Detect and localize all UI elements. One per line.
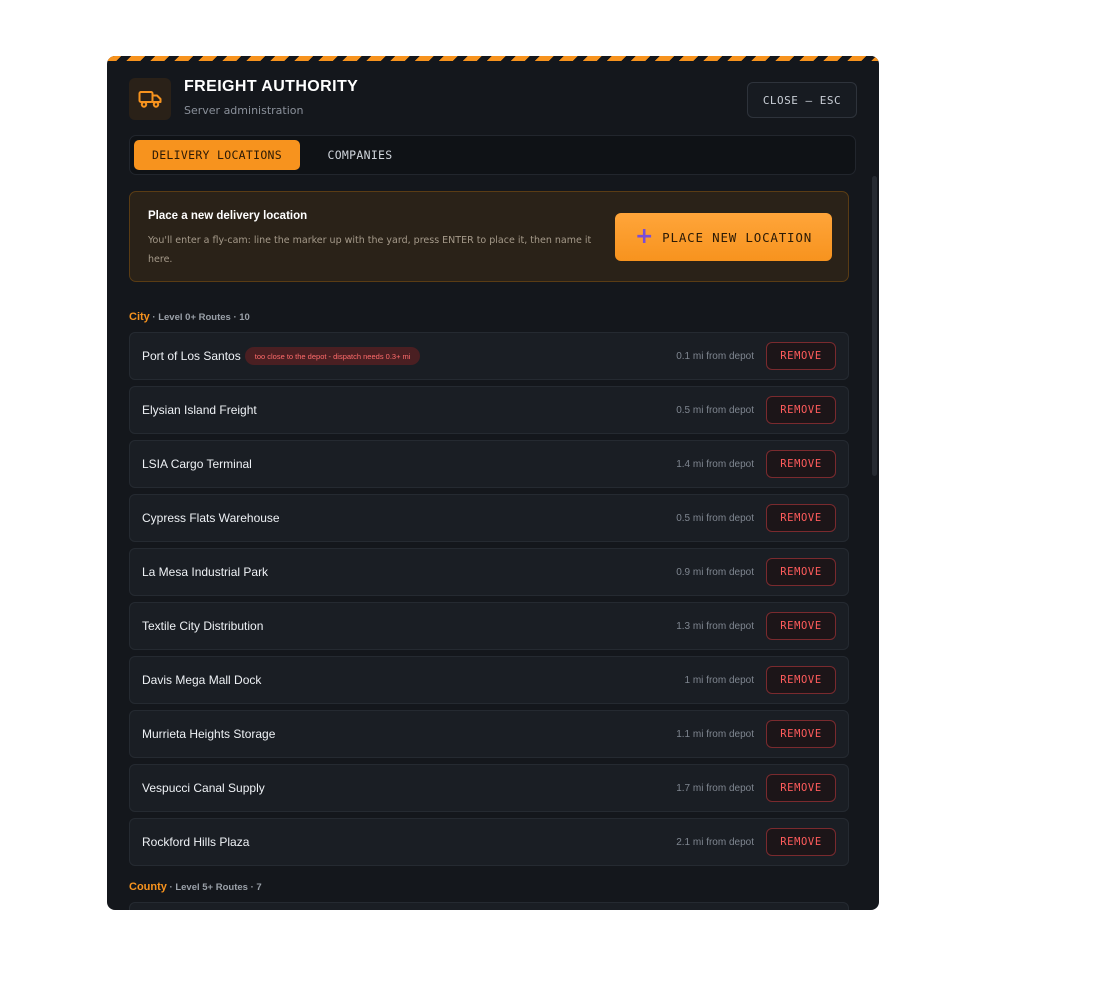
section-header-county: County · Level 5+ Routes · 7 xyxy=(129,881,262,893)
location-name: LSIA Cargo Terminal xyxy=(142,457,252,471)
list-item: La Mesa Industrial Park 0.9 mi from depo… xyxy=(129,548,849,596)
location-name: Rockford Hills Plaza xyxy=(142,835,250,849)
location-name: Davis Mega Mall Dock xyxy=(142,673,262,687)
list-item: Davis Mega Mall Dock 1 mi from depot REM… xyxy=(129,656,849,704)
section-header-city: City · Level 0+ Routes · 10 xyxy=(129,311,250,323)
place-new-location-label: PLACE NEW LOCATION xyxy=(662,229,813,245)
remove-button[interactable]: REMOVE xyxy=(766,450,836,478)
location-name: Elysian Island Freight xyxy=(142,403,257,417)
place-location-callout: Place a new delivery location You'll ent… xyxy=(129,191,849,282)
remove-button[interactable]: REMOVE xyxy=(766,342,836,370)
section-meta: · Level 5+ Routes · 7 xyxy=(166,882,262,893)
city-location-list: Port of Los Santos too close to the depo… xyxy=(129,332,849,872)
app-subtitle: Server administration xyxy=(184,104,304,117)
warning-badge: too close to the depot - dispatch needs … xyxy=(244,347,421,365)
location-name: Murrieta Heights Storage xyxy=(142,727,276,741)
section-name: City xyxy=(129,311,150,323)
location-name: Cypress Flats Warehouse xyxy=(142,511,280,525)
list-item: Textile City Distribution 1.3 mi from de… xyxy=(129,602,849,650)
tab-bar: DELIVERY LOCATIONS COMPANIES xyxy=(129,135,856,175)
tab-companies[interactable]: COMPANIES xyxy=(310,140,410,170)
remove-button[interactable]: REMOVE xyxy=(766,666,836,694)
remove-button[interactable]: REMOVE xyxy=(766,558,836,586)
list-item xyxy=(129,902,849,910)
location-name: Vespucci Canal Supply xyxy=(142,781,265,795)
list-item: LSIA Cargo Terminal 1.4 mi from depot RE… xyxy=(129,440,849,488)
remove-button[interactable]: REMOVE xyxy=(766,828,836,856)
remove-button[interactable]: REMOVE xyxy=(766,504,836,532)
location-distance: 1.7 mi from depot xyxy=(676,782,754,794)
location-distance: 0.5 mi from depot xyxy=(676,512,754,524)
location-distance: 0.5 mi from depot xyxy=(676,404,754,416)
remove-button[interactable]: REMOVE xyxy=(766,720,836,748)
location-distance: 1 mi from depot xyxy=(684,674,754,686)
freight-authority-panel: FREIGHT AUTHORITY Server administration … xyxy=(107,56,879,910)
location-name: Port of Los Santos xyxy=(142,349,241,363)
list-item: Murrieta Heights Storage 1.1 mi from dep… xyxy=(129,710,849,758)
section-meta: · Level 0+ Routes · 10 xyxy=(149,312,250,323)
list-item: Vespucci Canal Supply 1.7 mi from depot … xyxy=(129,764,849,812)
callout-description: You'll enter a fly-cam: line the marker … xyxy=(148,235,592,265)
location-distance: 1.4 mi from depot xyxy=(676,458,754,470)
location-distance: 0.9 mi from depot xyxy=(676,566,754,578)
location-distance: 1.3 mi from depot xyxy=(676,620,754,632)
tab-delivery-locations[interactable]: DELIVERY LOCATIONS xyxy=(134,140,300,170)
list-item: Cypress Flats Warehouse 0.5 mi from depo… xyxy=(129,494,849,542)
app-title: FREIGHT AUTHORITY xyxy=(184,78,359,95)
location-distance: 1.1 mi from depot xyxy=(676,728,754,740)
list-item: Port of Los Santos too close to the depo… xyxy=(129,332,849,380)
location-name: La Mesa Industrial Park xyxy=(142,565,269,579)
location-distance: 0.1 mi from depot xyxy=(676,350,754,362)
truck-icon xyxy=(129,78,171,120)
list-item: Elysian Island Freight 0.5 mi from depot… xyxy=(129,386,849,434)
list-item: Rockford Hills Plaza 2.1 mi from depot R… xyxy=(129,818,849,866)
scrollbar-thumb[interactable] xyxy=(872,176,877,476)
section-name: County xyxy=(129,881,167,893)
location-name: Textile City Distribution xyxy=(142,619,264,633)
close-button[interactable]: CLOSE — ESC xyxy=(747,82,857,118)
place-new-location-button[interactable]: + PLACE NEW LOCATION xyxy=(615,213,832,261)
remove-button[interactable]: REMOVE xyxy=(766,774,836,802)
remove-button[interactable]: REMOVE xyxy=(766,612,836,640)
plus-icon: + xyxy=(634,224,655,249)
panel-header: FREIGHT AUTHORITY Server administration … xyxy=(129,76,857,122)
callout-title: Place a new delivery location xyxy=(148,210,308,222)
hazard-stripe xyxy=(107,56,879,61)
remove-button[interactable]: REMOVE xyxy=(766,396,836,424)
location-distance: 2.1 mi from depot xyxy=(676,836,754,848)
